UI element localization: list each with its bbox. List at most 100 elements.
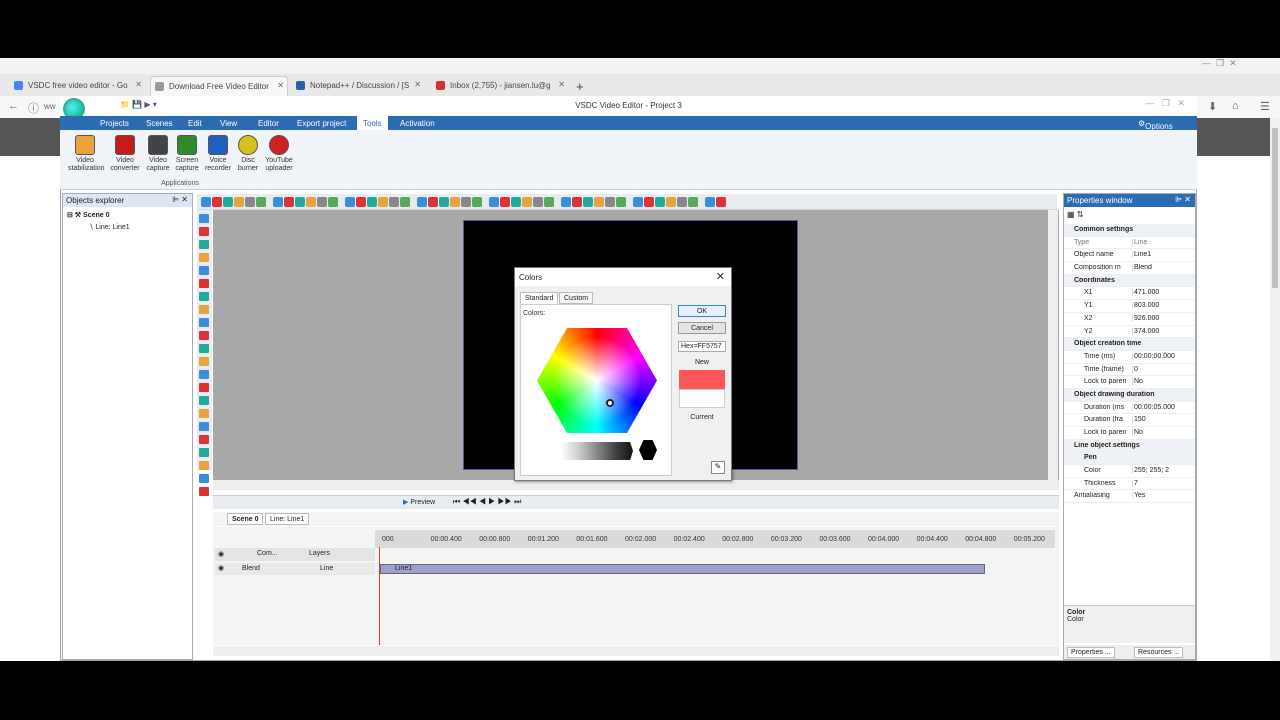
youtube-uploader-button[interactable]: YouTube uploader xyxy=(262,135,296,173)
layer-row[interactable]: ◉ Blend Line xyxy=(215,563,375,575)
object-tool-icon[interactable] xyxy=(199,344,209,353)
menu-editor[interactable]: Editor xyxy=(258,119,279,128)
toolbar-button-icon[interactable] xyxy=(439,197,449,207)
menu-icon[interactable]: ☰ xyxy=(1260,100,1270,113)
toolbar-button-icon[interactable] xyxy=(356,197,366,207)
voice-recorder-button[interactable]: Voice recorder xyxy=(201,135,235,173)
tab-resources[interactable]: Resources ... xyxy=(1134,647,1184,658)
object-tool-icon[interactable] xyxy=(199,474,209,483)
object-tool-icon[interactable] xyxy=(199,448,209,457)
home-icon[interactable]: ⌂ xyxy=(1232,100,1239,112)
tree-scene[interactable]: ⊟ ⚒ Scene 0 xyxy=(67,211,110,219)
disc-burner-button[interactable]: Disc burner xyxy=(231,135,265,173)
toolbar-button-icon[interactable] xyxy=(389,197,399,207)
blend-mode-select[interactable]: Blend xyxy=(242,565,260,572)
object-tool-icon[interactable] xyxy=(199,227,209,236)
menu-edit[interactable]: Edit xyxy=(188,119,202,128)
timeline-ruler[interactable] xyxy=(375,530,1055,548)
toolbar-button-icon[interactable] xyxy=(705,197,715,207)
menu-projects[interactable]: Projects xyxy=(100,119,129,128)
hex-value-field[interactable]: Hex=FF5757 xyxy=(678,341,726,352)
menu-view[interactable]: View xyxy=(220,119,237,128)
grayscale-picker[interactable] xyxy=(561,442,633,460)
property-value[interactable]: 803.000 xyxy=(1132,302,1194,310)
object-tool-icon[interactable] xyxy=(199,266,209,275)
toolbar-button-icon[interactable] xyxy=(561,197,571,207)
close-tab-icon[interactable]: ✕ xyxy=(135,80,142,89)
eye-icon[interactable]: ◉ xyxy=(218,550,224,558)
toolbar-button-icon[interactable] xyxy=(633,197,643,207)
property-row[interactable]: Common settings xyxy=(1064,224,1195,237)
download-icon[interactable]: ⬇ xyxy=(1208,100,1217,113)
object-tool-icon[interactable] xyxy=(199,435,209,444)
object-tool-icon[interactable] xyxy=(199,370,209,379)
property-row[interactable]: Y1 803.000 xyxy=(1064,300,1195,313)
cancel-button[interactable]: Cancel xyxy=(678,322,726,334)
property-row[interactable]: Duration (fra 150 xyxy=(1064,414,1195,427)
property-value[interactable]: 7 xyxy=(1132,479,1194,487)
browser-tab-active[interactable]: Download Free Video Editor ✕ xyxy=(150,76,288,96)
object-tool-icon[interactable] xyxy=(199,240,209,249)
property-row[interactable]: Y2 374.000 xyxy=(1064,326,1195,339)
toolbar-button-icon[interactable] xyxy=(306,197,316,207)
toolbar-button-icon[interactable] xyxy=(461,197,471,207)
ok-button[interactable]: OK xyxy=(678,305,726,317)
toolbar-button-icon[interactable] xyxy=(605,197,615,207)
property-value[interactable]: Line1 xyxy=(1132,251,1194,259)
toolbar-button-icon[interactable] xyxy=(245,197,255,207)
toolbar-button-icon[interactable] xyxy=(212,197,222,207)
transport-controls[interactable]: ⏮ ◀◀ ◀ ▶ ▶▶ ⏭ xyxy=(453,497,521,507)
property-value[interactable]: 926.000 xyxy=(1132,314,1194,322)
toolbar-button-icon[interactable] xyxy=(533,197,543,207)
page-scrollbar[interactable] xyxy=(1270,118,1280,661)
options-button[interactable]: ⚙ Options xyxy=(1138,119,1173,131)
dialog-close-icon[interactable]: ✕ xyxy=(716,270,725,283)
property-row[interactable]: Color 255; 255; 2 xyxy=(1064,465,1195,478)
toolbar-button-icon[interactable] xyxy=(644,197,654,207)
new-tab-button[interactable]: + xyxy=(572,74,592,94)
toolbar-button-icon[interactable] xyxy=(677,197,687,207)
object-tool-icon[interactable] xyxy=(199,331,209,340)
property-row[interactable]: Pen xyxy=(1064,452,1195,466)
quick-access-icons[interactable]: 📁 💾 ▶ ▾ xyxy=(120,100,157,109)
address-input[interactable]: ww xyxy=(44,102,56,111)
object-tool-icon[interactable] xyxy=(199,318,209,327)
toolbar-button-icon[interactable] xyxy=(616,197,626,207)
timeline-clip[interactable]: Line1 xyxy=(380,564,985,574)
property-row[interactable]: Coordinates xyxy=(1064,274,1195,288)
toolbar-button-icon[interactable] xyxy=(273,197,283,207)
toolbar-button-icon[interactable] xyxy=(544,197,554,207)
property-value[interactable]: No xyxy=(1132,429,1194,436)
object-tool-icon[interactable] xyxy=(199,305,209,314)
toolbar-button-icon[interactable] xyxy=(328,197,338,207)
property-value[interactable]: 255; 255; 2 xyxy=(1132,467,1194,475)
property-value[interactable]: 471.000 xyxy=(1132,289,1194,297)
property-value[interactable]: Line xyxy=(1132,238,1194,246)
toolbar-button-icon[interactable] xyxy=(450,197,460,207)
object-tool-icon[interactable] xyxy=(199,214,209,223)
eye-icon[interactable]: ◉ xyxy=(218,564,224,572)
toolbar-button-icon[interactable] xyxy=(572,197,582,207)
back-arrow-icon[interactable]: ← xyxy=(8,100,19,112)
property-row[interactable]: Object creation time xyxy=(1064,338,1195,351)
property-value[interactable]: 00:00:00.000 xyxy=(1132,352,1194,360)
close-tab-icon[interactable]: ✕ xyxy=(277,81,284,90)
toolbar-button-icon[interactable] xyxy=(511,197,521,207)
toolbar-button-icon[interactable] xyxy=(367,197,377,207)
property-value[interactable]: Blend xyxy=(1132,264,1194,272)
toolbar-button-icon[interactable] xyxy=(583,197,593,207)
property-value[interactable]: Yes xyxy=(1132,492,1194,500)
object-tool-icon[interactable] xyxy=(199,461,209,470)
close-tab-icon[interactable]: ✕ xyxy=(558,80,565,89)
toolbar-button-icon[interactable] xyxy=(417,197,427,207)
vsdc-window-controls[interactable]: — ❐ ✕ xyxy=(1145,98,1185,109)
toolbar-button-icon[interactable] xyxy=(345,197,355,207)
property-row[interactable]: Duration (ms 00:00:05.000 xyxy=(1064,402,1195,415)
toolbar-button-icon[interactable] xyxy=(666,197,676,207)
toolbar-button-icon[interactable] xyxy=(489,197,499,207)
toolbar-button-icon[interactable] xyxy=(378,197,388,207)
playhead[interactable] xyxy=(379,547,380,645)
pin-close-icon[interactable]: ⊫ ✕ xyxy=(172,195,188,204)
property-row[interactable]: Line object settings xyxy=(1064,439,1195,453)
property-row[interactable]: X2 926.000 xyxy=(1064,313,1195,326)
